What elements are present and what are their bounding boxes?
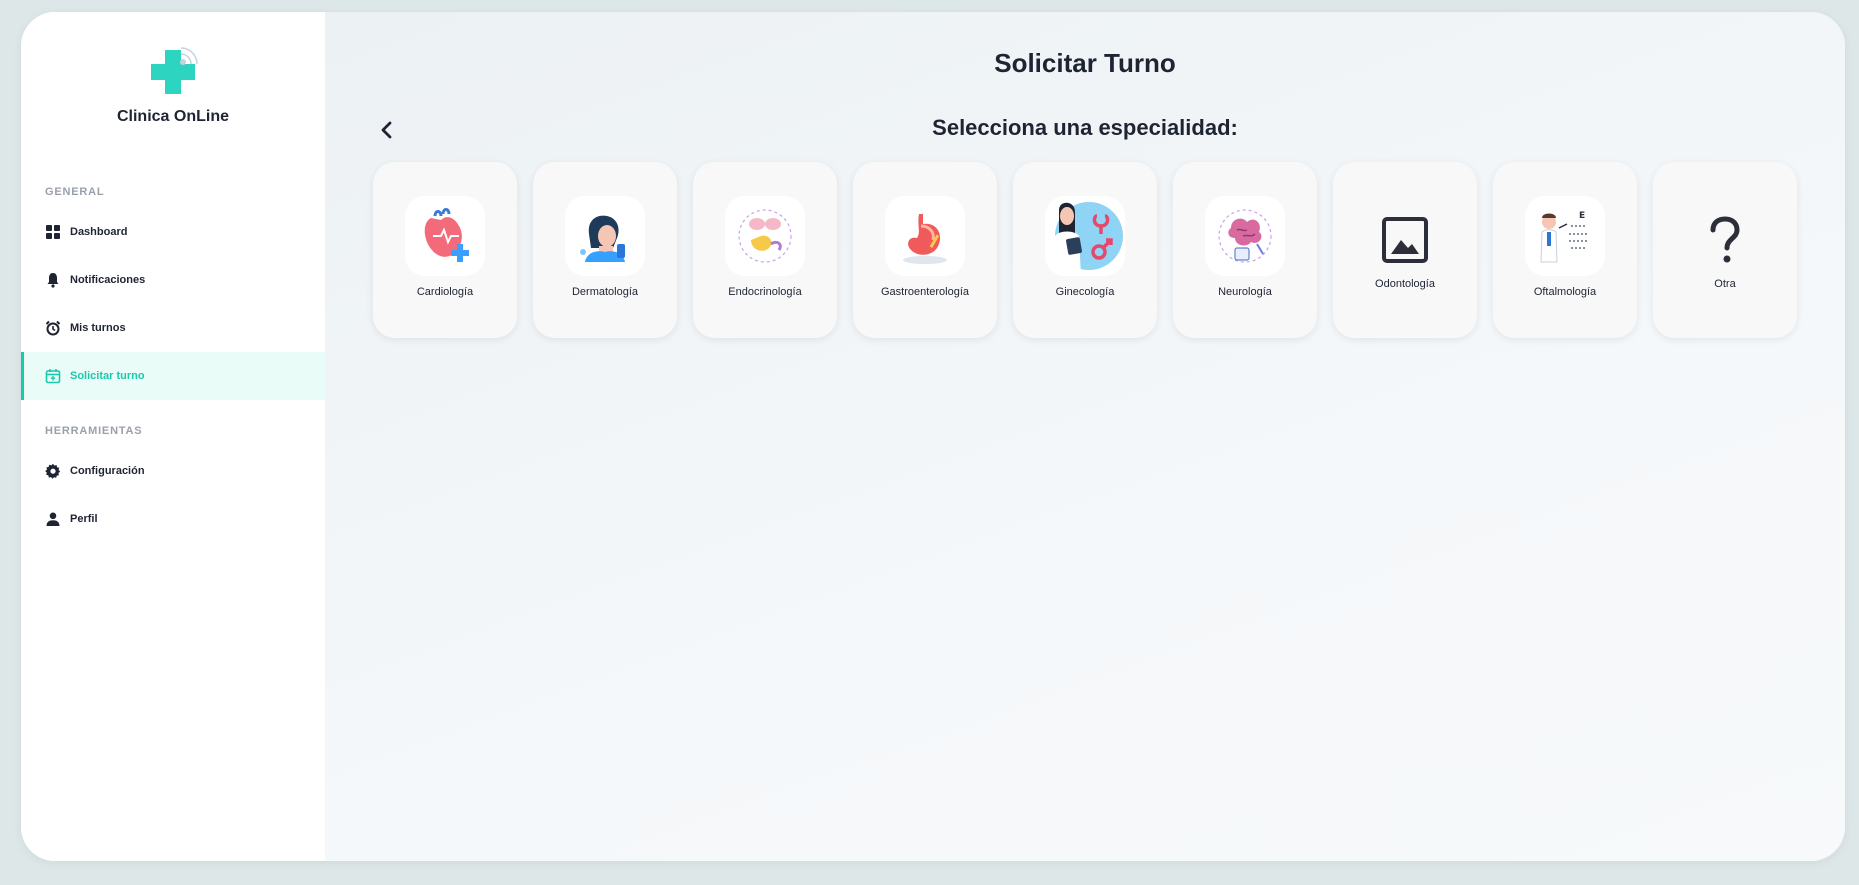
sidebar-item-perfil[interactable]: Perfil: [21, 495, 325, 543]
specialty-card-endocrinologia[interactable]: Endocrinología: [693, 162, 837, 338]
sidebar-item-notificaciones[interactable]: Notificaciones: [21, 256, 325, 304]
specialty-label: Dermatología: [571, 286, 639, 298]
svg-text:E: E: [1579, 211, 1585, 221]
app-window: Clinica OnLine GENERAL Dashboard Notific…: [21, 12, 1845, 861]
specialty-card-odontologia[interactable]: Odontología: [1333, 162, 1477, 338]
question-mark-icon: [1697, 212, 1753, 268]
sidebar-item-mis-turnos[interactable]: Mis turnos: [21, 304, 325, 352]
sidebar-item-label: Configuración: [70, 465, 145, 477]
sidebar-item-label: Dashboard: [70, 226, 128, 238]
sidebar-item-label: Perfil: [70, 513, 98, 525]
user-icon: [45, 511, 61, 527]
specialty-card-neurologia[interactable]: Neurología: [1173, 162, 1317, 338]
specialty-card-ginecologia[interactable]: Ginecología: [1013, 162, 1157, 338]
specialty-label: Neurología: [1218, 286, 1272, 298]
dashboard-icon: [45, 224, 61, 240]
sidebar-item-label: Notificaciones: [70, 274, 146, 286]
page-title: Solicitar Turno: [994, 48, 1176, 78]
skin-care-illustration: [565, 196, 645, 276]
gear-icon: [45, 463, 61, 479]
specialty-label: Gastroenterología: [880, 286, 970, 298]
brand[interactable]: Clinica OnLine: [21, 42, 325, 126]
specialty-prompt: Selecciona una especialidad:: [932, 115, 1238, 140]
specialty-label: Ginecología: [1055, 286, 1115, 298]
main-content: Solicitar Turno Selecciona una especiali…: [325, 12, 1845, 861]
image-placeholder-icon: [1377, 212, 1433, 268]
calendar-plus-icon: [45, 368, 61, 384]
sidebar-item-dashboard[interactable]: Dashboard: [21, 208, 325, 256]
specialty-card-cardiologia[interactable]: Cardiología: [373, 162, 517, 338]
medical-cross-logo: [151, 46, 199, 94]
sidebar-item-solicitar-turno[interactable]: Solicitar turno: [21, 352, 325, 400]
specialty-label: Otra: [1714, 278, 1736, 290]
bell-icon: [45, 272, 61, 288]
eye-chart-doctor-illustration: E: [1525, 196, 1605, 276]
section-title-herramientas: HERRAMIENTAS: [45, 425, 143, 437]
specialty-label: Endocrinología: [728, 286, 802, 298]
specialty-card-oftalmologia[interactable]: E Oftalmología: [1493, 162, 1637, 338]
brand-name: Clinica OnLine: [116, 108, 229, 125]
heart-illustration: [405, 196, 485, 276]
specialty-card-dermatologia[interactable]: Dermatología: [533, 162, 677, 338]
sidebar-item-label: Mis turnos: [70, 322, 126, 334]
specialty-label: Cardiología: [416, 286, 474, 298]
specialty-label: Oftalmología: [1533, 286, 1597, 298]
section-title-general: GENERAL: [45, 186, 105, 198]
stomach-illustration: [885, 196, 965, 276]
alarm-clock-icon: [45, 320, 61, 336]
gynecologist-illustration: [1045, 196, 1125, 276]
brain-illustration: [1205, 196, 1285, 276]
specialty-list: Cardiología Dermatología Endocrinología …: [373, 162, 1797, 338]
specialty-card-gastroenterologia[interactable]: Gastroenterología: [853, 162, 997, 338]
sidebar-item-label: Solicitar turno: [70, 370, 145, 382]
endocrine-glands-illustration: [725, 196, 805, 276]
specialty-card-otra[interactable]: Otra: [1653, 162, 1797, 338]
sidebar: Clinica OnLine GENERAL Dashboard Notific…: [21, 12, 325, 861]
sidebar-item-configuracion[interactable]: Configuración: [21, 447, 325, 495]
specialty-label: Odontología: [1375, 278, 1435, 290]
